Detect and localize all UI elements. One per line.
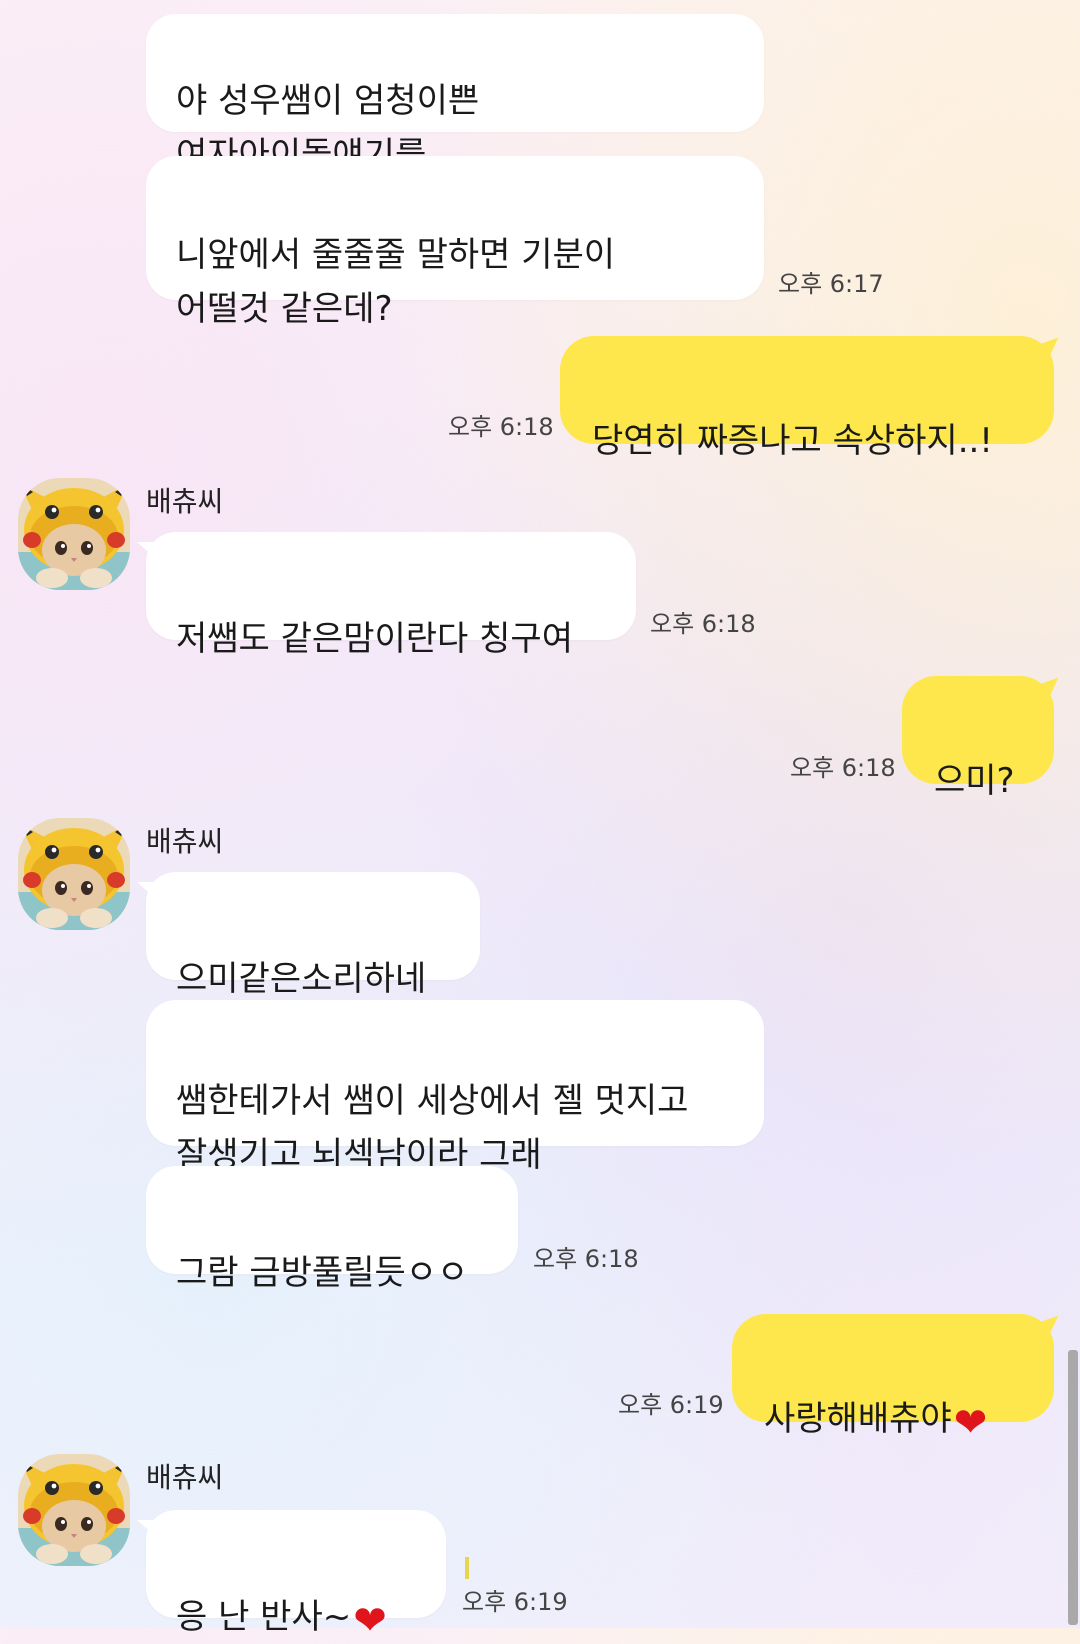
cat-pikachu-avatar-icon (18, 1454, 130, 1566)
message-text: 그람 금방풀릴듯ㅇㅇ (176, 1253, 469, 1293)
scrollbar[interactable] (1068, 1350, 1078, 1625)
message-time: 오후 6:19 (618, 1391, 724, 1419)
message-bubble-incoming[interactable]: 그람 금방풀릴듯ㅇㅇ (146, 1166, 518, 1293)
message-bubble-incoming[interactable]: 으미같은소리하네 (137, 872, 480, 999)
cat-pikachu-avatar-icon (18, 478, 130, 590)
message-text: 응 난 반사~ (176, 1597, 352, 1637)
chat-window[interactable]: 야 성우쌤이 엄청이쁜 여자아이돌얘기를 니앞에서 줄줄줄 말하면 기분이 어떨… (0, 0, 1080, 1641)
message-bubble-incoming[interactable]: 응 난 반사~❤ (137, 1510, 446, 1641)
text-cursor (465, 1557, 469, 1579)
message-time: 오후 6:18 (533, 1245, 639, 1273)
heart-emoji-icon: ❤ (353, 1598, 387, 1644)
sender-name: 배츄씨 (146, 1461, 224, 1494)
sender-name: 배츄씨 (146, 825, 224, 858)
message-bubble-incoming[interactable]: 쌤한테가서 쌤이 세상에서 젤 멋지고 잘생기고 뇌섹남이라 그래 (146, 1000, 764, 1175)
message-text: 으미? (934, 761, 1015, 801)
message-bubble-outgoing[interactable]: 사랑해배츄야❤ (732, 1314, 1054, 1443)
message-bubble-outgoing[interactable]: 당연히 짜증나고 속상하지..! (560, 336, 1054, 461)
sender-name: 배츄씨 (146, 485, 224, 518)
message-time: 오후 6:17 (778, 270, 884, 298)
message-bubble-incoming[interactable]: 저쌤도 같은맘이란다 칭구여 (137, 532, 636, 659)
message-text: 사랑해배츄야 (764, 1399, 952, 1439)
message-time: 오후 6:18 (650, 610, 756, 638)
message-bubble-incoming[interactable]: 야 성우쌤이 엄청이쁜 여자아이돌얘기를 (146, 14, 764, 175)
message-text: 니앞에서 줄줄줄 말하면 기분이 어떨것 같은데? (176, 235, 616, 329)
profile-avatar[interactable] (18, 818, 130, 930)
message-bubble-outgoing[interactable]: 으미? (902, 676, 1054, 801)
profile-avatar[interactable] (18, 1454, 130, 1566)
message-time: 오후 6:19 (462, 1588, 568, 1616)
message-text: 쌤한테가서 쌤이 세상에서 젤 멋지고 잘생기고 뇌섹남이라 그래 (176, 1081, 689, 1175)
message-time: 오후 6:18 (790, 754, 896, 782)
heart-emoji-icon: ❤ (953, 1400, 988, 1446)
message-text: 당연히 짜증나고 속상하지..! (592, 421, 993, 461)
message-time: 오후 6:18 (448, 413, 554, 441)
profile-avatar[interactable] (18, 478, 130, 590)
message-bubble-incoming[interactable]: 니앞에서 줄줄줄 말하면 기분이 어떨것 같은데? (146, 156, 764, 329)
message-text: 저쌤도 같은맘이란다 칭구여 (176, 619, 573, 659)
cat-pikachu-avatar-icon (18, 818, 130, 930)
message-text: 으미같은소리하네 (176, 959, 427, 999)
